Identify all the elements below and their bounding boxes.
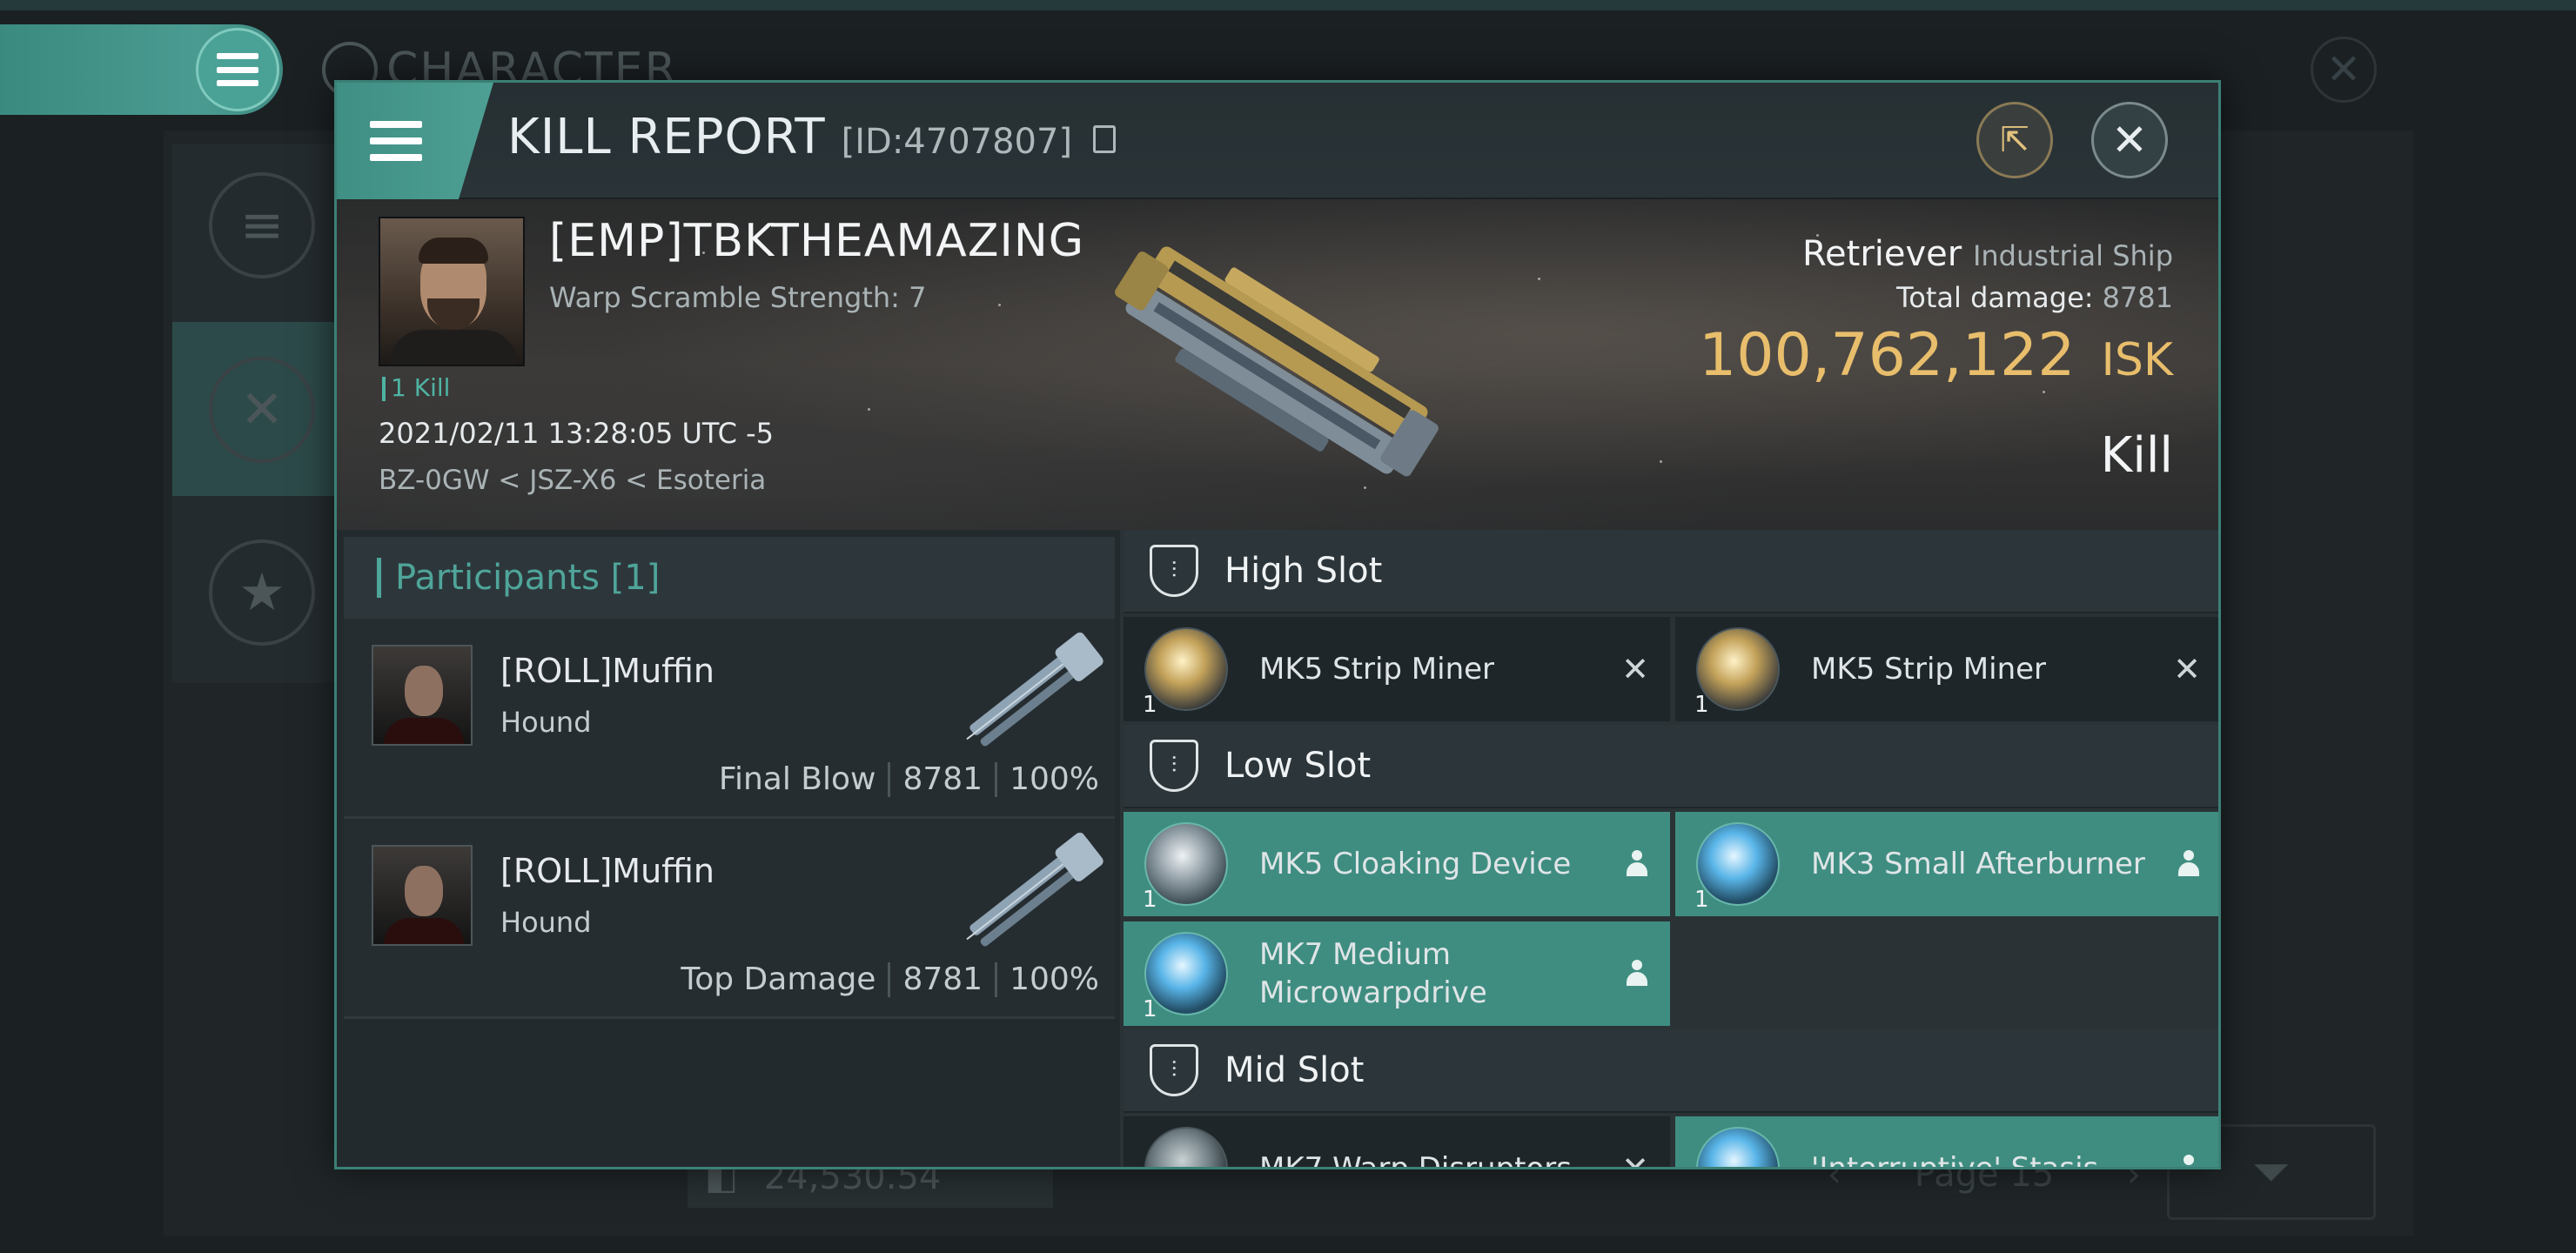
module-item[interactable]: 1 MK7 Warp Disruptors ✕ [1124, 1116, 1670, 1169]
kill-date: 2021/02/11 13:28:05 UTC -5 [379, 417, 775, 450]
participant-percent: 100% [1010, 962, 1099, 997]
ship-class: Industrial Ship [1972, 239, 2173, 272]
dialog-title: KILL REPORT [ID:4707807] [507, 109, 1117, 170]
total-damage: Total damage: 8781 [1896, 281, 2173, 314]
participant-ship-image [966, 632, 1104, 747]
mid-slot-icon: ⫶ [1150, 1044, 1198, 1096]
module-item[interactable]: 1 MK7 Medium Microwarpdrive [1124, 921, 1670, 1026]
module-item[interactable]: 1 MK3 Small Afterburner [1675, 812, 2218, 916]
module-qty: 1 [1143, 692, 1157, 718]
dialog-title-text: KILL REPORT [507, 109, 826, 165]
participant-percent: 100% [1010, 761, 1099, 797]
dropped-person-icon [2177, 1155, 2201, 1167]
module-qty: 1 [1143, 996, 1157, 1022]
participants-header-text: Participants [1] [395, 558, 661, 598]
low-slot-icon: ⫶ [1150, 740, 1198, 792]
participant-stats: Top Damage 8781 100% [681, 962, 1099, 997]
participant-stats: Final Blow 8781 100% [719, 761, 1099, 797]
participant-damage: 8781 [902, 761, 983, 797]
module-item[interactable]: 1 MK5 Strip Miner ✕ [1124, 617, 1670, 721]
dialog-menu-button[interactable] [337, 83, 493, 199]
total-damage-label: Total damage: [1896, 281, 2094, 314]
result-label: Kill [2100, 427, 2173, 484]
close-icon[interactable]: ✕ [2091, 102, 2168, 178]
list-icon[interactable]: ≡ [209, 172, 315, 278]
warp-scramble-strength: Warp Scramble Strength: 7 [549, 281, 927, 314]
share-icon[interactable]: ⇱ [1976, 102, 2053, 178]
high-slot-modules: 1 MK5 Strip Miner ✕ 1 MK5 Strip Miner ✕ [1124, 613, 2218, 725]
isk-amount: 100,762,122 [1698, 321, 2076, 390]
fittings-panel: ⫶ High Slot 1 MK5 Strip Miner ✕ 1 MK5 St… [1124, 530, 2218, 1169]
star-icon[interactable]: ★ [209, 539, 315, 646]
stasis-webifier-icon [1696, 1127, 1780, 1167]
crossed-swords-icon[interactable]: ✕ [209, 357, 315, 463]
module-name: MK5 Strip Miner [1259, 652, 1495, 687]
dialog-header: KILL REPORT [ID:4707807] ⇱ ✕ [337, 83, 2218, 199]
participant-row[interactable]: [ROLL]Muffin Hound Final Blow 8781 100% [344, 619, 1115, 819]
module-name: MK7 Medium Microwarpdrive [1259, 937, 1487, 1010]
high-slot-header: ⫶ High Slot [1124, 530, 2218, 613]
participant-name: [ROLL]Muffin [500, 652, 714, 690]
kill-id: [ID:4707807] [841, 122, 1073, 162]
warp-disruptor-icon [1144, 1127, 1228, 1167]
participant-name: [ROLL]Muffin [500, 852, 714, 890]
kill-location[interactable]: BZ-0GW < JSZ-X6 < Esoteria [379, 465, 766, 496]
participant-portrait[interactable] [372, 645, 473, 746]
module-name: MK5 Strip Miner [1811, 652, 2047, 687]
participant-ship: Hound [500, 906, 592, 939]
participants-panel: Participants [1] [ROLL]Muffin Hound Fina… [337, 530, 1120, 1167]
ship-name: Retriever [1802, 234, 1962, 274]
high-slot-title: High Slot [1224, 551, 1383, 591]
participant-row[interactable]: [ROLL]Muffin Hound Top Damage 8781 100% [344, 819, 1115, 1019]
module-item[interactable]: 1 MK5 Strip Miner ✕ [1675, 617, 2218, 721]
module-qty: 1 [1694, 692, 1709, 718]
participant-ship: Hound [500, 706, 592, 739]
kill-count-text: 1 Kill [391, 373, 451, 402]
participant-portrait[interactable] [372, 845, 473, 946]
low-slot-modules: 1 MK5 Cloaking Device 1 MK3 Small Afterb… [1124, 808, 2218, 1029]
module-item[interactable]: 1 MK5 Cloaking Device [1124, 812, 1670, 916]
module-name: MK5 Cloaking Device [1259, 847, 1572, 881]
background-close-icon[interactable]: ✕ [2311, 37, 2377, 103]
participant-role: Final Blow [718, 761, 876, 797]
kill-banner: [EMP]TBKTHEAMAZING Warp Scramble Strengt… [337, 199, 2218, 530]
participant-ship-image [966, 832, 1104, 947]
destroyed-icon: ✕ [2173, 650, 2201, 688]
module-name: 'Interruptive' Stasis [1811, 1151, 2099, 1169]
module-qty: 1 [1694, 887, 1709, 913]
dropped-person-icon [2177, 850, 2201, 878]
module-name: MK3 Small Afterburner [1811, 847, 2145, 881]
destroyed-icon: ✕ [1621, 650, 1649, 688]
background-menu-button[interactable] [0, 24, 283, 115]
mid-slot-modules: 1 MK7 Warp Disruptors ✕ 1 'Interruptive'… [1124, 1113, 2218, 1169]
victim-name[interactable]: [EMP]TBKTHEAMAZING [549, 215, 1084, 267]
kill-report-dialog: KILL REPORT [ID:4707807] ⇱ ✕ [EMP]TBKTHE… [334, 80, 2221, 1169]
victim-portrait[interactable] [379, 217, 525, 366]
menu-icon [196, 28, 279, 111]
menu-icon [370, 121, 422, 161]
module-qty: 1 [1143, 887, 1157, 913]
kill-count: 1 Kill [382, 373, 450, 402]
mid-slot-title: Mid Slot [1224, 1050, 1365, 1090]
low-slot-title: Low Slot [1224, 746, 1372, 786]
empty-module-cell [1675, 921, 2218, 1026]
dropped-person-icon [1625, 850, 1649, 878]
low-slot-header: ⫶ Low Slot [1124, 725, 2218, 808]
top-strip [0, 0, 2576, 10]
dropped-person-icon [1625, 960, 1649, 988]
mid-slot-header: ⫶ Mid Slot [1124, 1029, 2218, 1113]
destroyed-icon: ✕ [1621, 1149, 1649, 1169]
participant-role: Top Damage [681, 962, 876, 997]
participant-damage: 8781 [902, 962, 983, 997]
module-item[interactable]: 1 'Interruptive' Stasis [1675, 1116, 2218, 1169]
ship-image [1115, 246, 1439, 477]
total-damage-value: 8781 [2102, 281, 2173, 314]
copy-icon[interactable] [1093, 125, 1117, 153]
victim-ship[interactable]: Retriever Industrial Ship [1802, 234, 2173, 274]
isk-value: 100,762,122 ISK [1699, 321, 2173, 390]
module-name: MK7 Warp Disruptors [1259, 1151, 1572, 1169]
high-slot-icon: ⫶ [1150, 545, 1198, 597]
participants-header[interactable]: Participants [1] [344, 537, 1115, 619]
isk-unit: ISK [2101, 334, 2173, 386]
